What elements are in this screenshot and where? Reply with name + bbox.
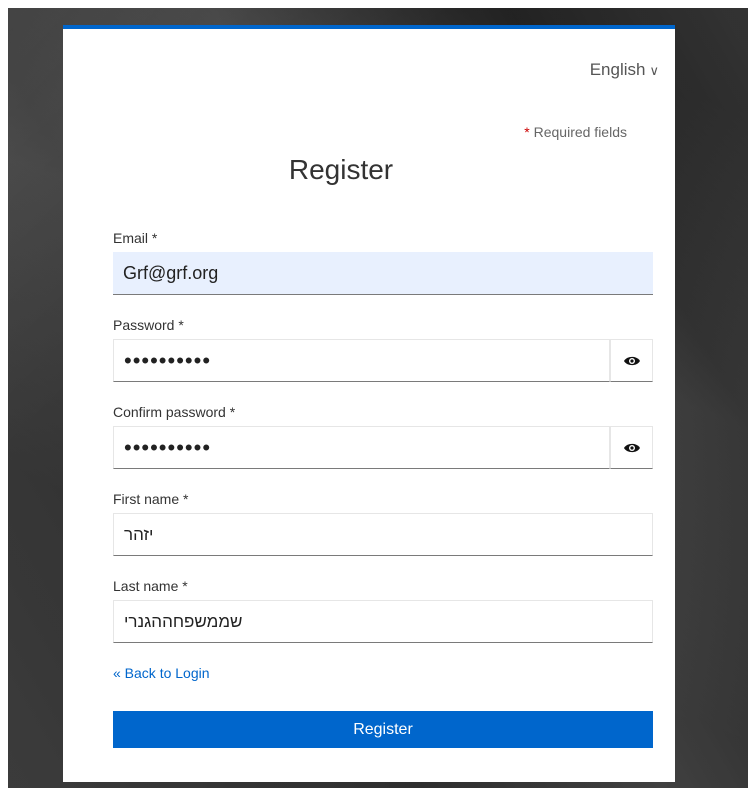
email-field[interactable] — [113, 252, 653, 295]
last-name-label: Last name * — [113, 578, 188, 594]
confirm-password-label: Confirm password * — [113, 404, 236, 420]
register-card: English ∨ * Required fields Register Emai… — [63, 25, 675, 782]
password-toggle-button[interactable] — [610, 339, 653, 382]
first-name-field[interactable] — [113, 513, 653, 556]
email-label: Email * — [113, 230, 158, 246]
back-to-login-link[interactable]: « Back to Login — [113, 665, 210, 681]
language-label: English — [589, 60, 646, 79]
password-field[interactable] — [113, 339, 610, 382]
eye-icon — [623, 443, 640, 452]
register-button[interactable]: Register — [113, 711, 653, 748]
chevron-down-icon: ∨ — [649, 63, 659, 78]
password-label: Password * — [113, 317, 184, 333]
page-title: Register — [288, 154, 394, 185]
language-selector[interactable]: English ∨ — [590, 60, 659, 80]
last-name-field[interactable] — [113, 600, 653, 643]
first-name-label: First name * — [113, 491, 189, 507]
confirm-password-field[interactable] — [113, 426, 610, 469]
eye-icon — [623, 356, 640, 365]
confirm-password-toggle-button[interactable] — [610, 426, 653, 469]
required-fields-note: * Required fields — [524, 124, 627, 140]
required-fields-text: Required fields — [529, 124, 627, 140]
